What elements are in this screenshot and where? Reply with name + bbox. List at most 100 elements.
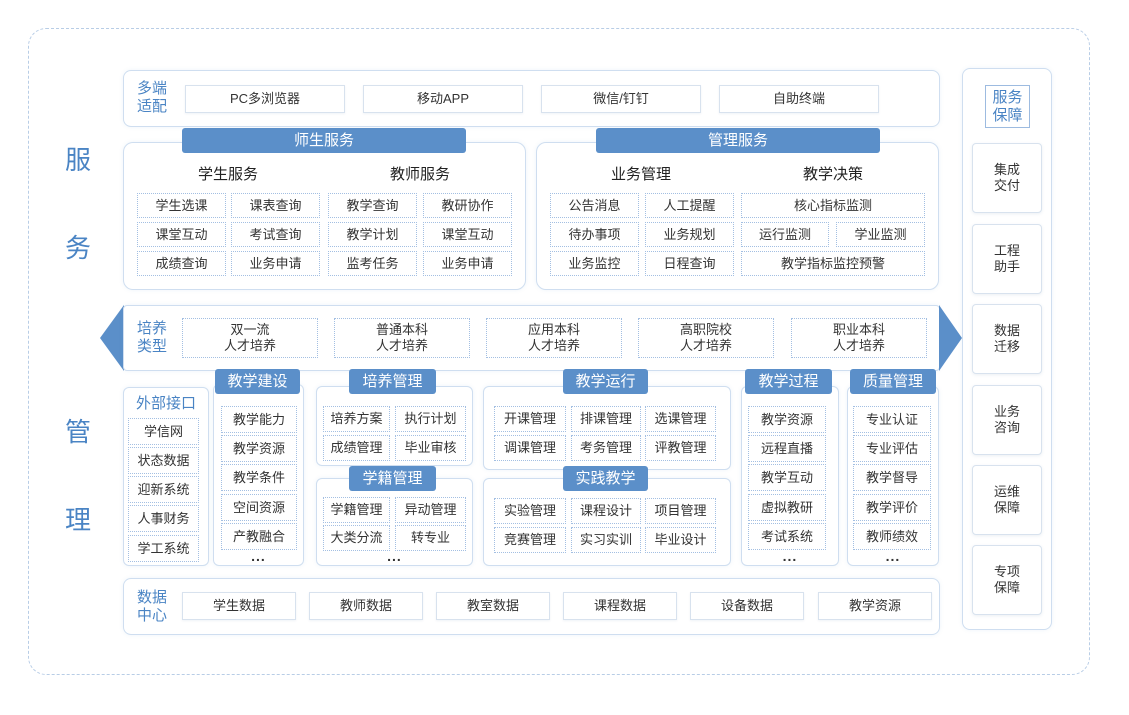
label-line: 类型	[136, 338, 167, 355]
business-announcement: 公告消息	[550, 193, 639, 218]
data-course: 课程数据	[563, 592, 677, 620]
interface-chsi: 学信网	[128, 418, 199, 445]
student-timetable-query: 课表查询	[231, 193, 320, 218]
right-arrow-icon	[939, 305, 962, 371]
status-record-management: 学籍管理	[323, 497, 390, 523]
service-guarantee-title: 服务 保障	[985, 85, 1030, 128]
interface-freshman-enrollment: 迎新系统	[128, 476, 199, 503]
operation-course-adjustment: 调课管理	[494, 435, 566, 461]
decision-teaching-indicator-alert: 教学指标监控预警	[741, 251, 925, 276]
quality-supervision: 教学督导	[853, 464, 931, 491]
teaching-operation-header: 教学运行	[563, 369, 648, 394]
teacher-classroom-interaction: 课堂互动	[423, 222, 512, 247]
cell-line: 人才培养	[527, 338, 580, 353]
item-line: 工程	[993, 243, 1020, 258]
practice-internship: 实习实训	[571, 527, 641, 553]
teaching-decision-heading: 教学决策	[802, 166, 863, 183]
cell-line: 双一流	[230, 322, 270, 337]
construction-industry-education: 产教融合	[221, 523, 297, 550]
training-type-vocational-undergraduate: 职业本科 人才培养	[791, 318, 927, 358]
quality-accreditation: 专业认证	[853, 406, 931, 433]
teaching-construction-header: 教学建设	[215, 369, 300, 394]
cell-line: 普通本科	[375, 322, 428, 337]
decision-academic-monitoring: 学业监测	[836, 222, 925, 247]
cell-line: 人才培养	[832, 338, 885, 353]
left-arrow-icon	[100, 305, 124, 371]
data-center-label: 数据 中心	[133, 589, 171, 625]
teacher-teaching-query: 教学查询	[328, 193, 417, 218]
item-line: 业务	[993, 404, 1020, 419]
student-exam-query: 考试查询	[231, 222, 320, 247]
guarantee-operation-maintenance: 运维 保障	[972, 465, 1042, 535]
student-classroom-interaction: 课堂互动	[137, 222, 226, 247]
service-side-char-2: 务	[64, 233, 91, 263]
right-arrow-shape	[939, 305, 962, 371]
process-live-streaming: 远程直播	[748, 435, 826, 462]
business-schedule-query: 日程查询	[645, 251, 734, 276]
construction-teaching-conditions: 教学条件	[221, 464, 297, 491]
management-side-char-1: 管	[64, 417, 91, 447]
quality-teaching-evaluation: 教学评价	[853, 494, 931, 521]
interface-hr-finance: 人事财务	[128, 505, 199, 532]
business-management-heading: 业务管理	[610, 166, 671, 183]
item-line: 专项	[993, 564, 1020, 579]
decision-operation-monitoring: 运行监测	[741, 222, 829, 247]
teaching-process-more: ...	[782, 548, 798, 564]
service-side-char-1: 服	[64, 145, 91, 175]
practice-teaching-header: 实践教学	[563, 466, 648, 491]
training-types-label: 培养 类型	[133, 320, 171, 356]
practice-course-design: 课程设计	[571, 498, 641, 524]
item-line: 咨询	[993, 420, 1020, 435]
item-line: 运维	[993, 484, 1020, 499]
label-line: 中心	[136, 607, 167, 624]
terminal-wechat-dingtalk: 微信/钉钉	[541, 85, 701, 113]
training-type-applied-undergraduate: 应用本科 人才培养	[486, 318, 622, 358]
student-status-header: 学籍管理	[349, 466, 436, 491]
teaching-construction-more: ...	[251, 548, 266, 564]
terminal-pc-browser: PC多浏览器	[185, 85, 345, 113]
item-line: 数据	[993, 323, 1020, 338]
teacher-invigilation-task: 监考任务	[328, 251, 417, 276]
guarantee-integration-delivery: 集成 交付	[972, 143, 1042, 213]
student-course-selection: 学生选课	[137, 193, 226, 218]
data-teacher: 教师数据	[309, 592, 423, 620]
business-monitoring: 业务监控	[550, 251, 639, 276]
external-interfaces-title: 外部接口	[135, 395, 196, 412]
cell-line: 人才培养	[375, 338, 428, 353]
operation-course-selection: 选课管理	[645, 406, 716, 432]
business-planning: 业务规划	[645, 222, 734, 247]
student-business-application: 业务申请	[231, 251, 320, 276]
practice-project: 项目管理	[645, 498, 716, 524]
guarantee-data-migration: 数据 迁移	[972, 304, 1042, 374]
item-line: 保障	[993, 580, 1020, 595]
teacher-business-application: 业务申请	[423, 251, 512, 276]
student-status-more: ...	[387, 548, 402, 564]
quality-teacher-performance: 教师绩效	[853, 523, 931, 550]
student-services-heading: 学生服务	[197, 166, 258, 183]
operation-scheduling: 排课管理	[571, 406, 641, 432]
status-change-management: 异动管理	[395, 497, 466, 523]
multi-terminal-label: 多端 适配	[133, 80, 171, 116]
operation-course-opening: 开课管理	[494, 406, 566, 432]
process-interaction: 教学互动	[748, 464, 826, 491]
student-grade-query: 成绩查询	[137, 251, 226, 276]
training-graduation-review: 毕业审核	[395, 435, 466, 461]
interface-status-data: 状态数据	[128, 447, 199, 474]
operation-teaching-evaluation: 评教管理	[645, 435, 716, 461]
business-manual-reminder: 人工提醒	[645, 193, 734, 218]
item-line: 迁移	[993, 339, 1020, 354]
operation-exam-affairs: 考务管理	[571, 435, 641, 461]
teacher-teaching-plan: 教学计划	[328, 222, 417, 247]
training-management-header: 培养管理	[349, 369, 436, 394]
guarantee-engineering-assistant: 工程 助手	[972, 224, 1042, 294]
interface-student-affairs: 学工系统	[128, 535, 199, 562]
teacher-services-heading: 教师服务	[389, 166, 450, 183]
item-line: 集成	[993, 162, 1020, 177]
terminal-self-service-kiosk: 自助终端	[719, 85, 879, 113]
quality-assessment: 专业评估	[853, 435, 931, 462]
data-teaching-resources: 教学资源	[818, 592, 932, 620]
data-student: 学生数据	[182, 592, 296, 620]
construction-space-resources: 空间资源	[221, 494, 297, 521]
training-type-regular-undergraduate: 普通本科 人才培养	[334, 318, 470, 358]
left-arrow-shape	[100, 305, 124, 371]
